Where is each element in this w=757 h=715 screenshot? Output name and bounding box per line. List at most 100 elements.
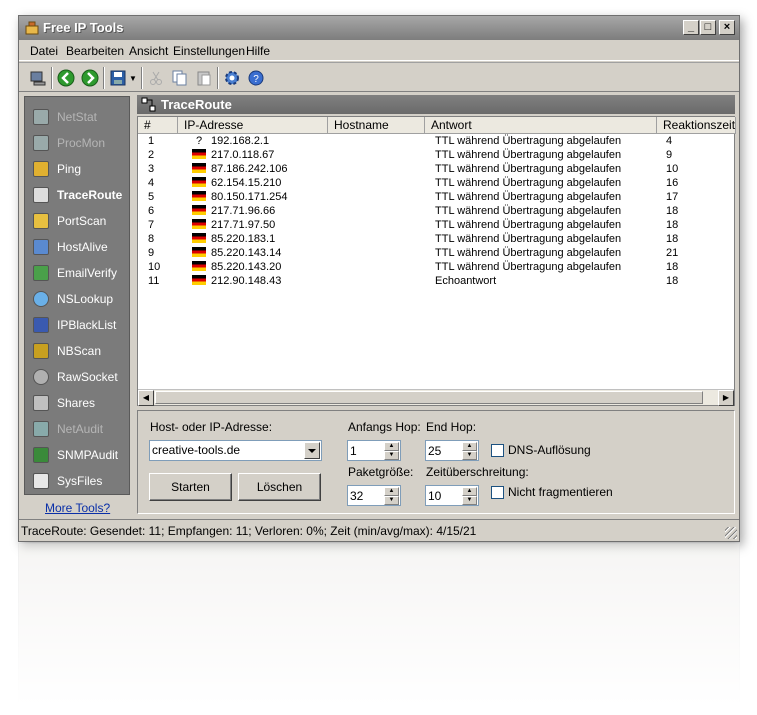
nbscan-icon bbox=[33, 343, 49, 359]
spin-up-icon[interactable]: ▲ bbox=[462, 442, 477, 451]
end-hop-input[interactable] bbox=[428, 444, 458, 458]
toolbar-separator bbox=[51, 67, 53, 89]
start-hop-input[interactable] bbox=[350, 444, 380, 458]
menu-datei[interactable]: Datei bbox=[30, 44, 58, 58]
cut-icon[interactable] bbox=[147, 69, 165, 87]
title-bar[interactable]: Free IP Tools _ □ × bbox=[19, 16, 739, 40]
table-row[interactable]: 2 217.0.118.67 TTL während Übertragung abg… bbox=[138, 149, 734, 163]
packet-size-input[interactable] bbox=[350, 489, 380, 503]
paste-icon[interactable] bbox=[195, 69, 213, 87]
table-row[interactable]: 3 87.186.242.106 TTL während Übertragung a… bbox=[138, 163, 734, 177]
menu-einstellungen[interactable]: Einstellungen bbox=[173, 44, 245, 58]
save-icon[interactable] bbox=[109, 69, 127, 87]
column-header-answer[interactable]: Antwort bbox=[425, 117, 657, 134]
sidebar-item-portscan[interactable]: PortScan bbox=[25, 210, 131, 234]
end-hop-spinner[interactable]: ▲ ▼ bbox=[425, 440, 479, 461]
table-row[interactable]: 4 62.154.15.210 TTL während Übertragung ab… bbox=[138, 177, 734, 191]
sidebar-item-sysfiles[interactable]: SysFiles bbox=[25, 470, 131, 494]
ip-address: 212.90.148.43 bbox=[211, 275, 282, 287]
hop-number: 6 bbox=[148, 205, 155, 217]
host-input[interactable] bbox=[152, 443, 302, 457]
settings-gear-icon[interactable] bbox=[223, 69, 241, 87]
traceroute-icon bbox=[141, 97, 156, 112]
save-dropdown-icon[interactable]: ▼ bbox=[129, 74, 137, 83]
more-tools-link[interactable]: More Tools? bbox=[45, 501, 110, 515]
main-window: Free IP Tools _ □ × Datei Bearbeiten Ans… bbox=[18, 15, 740, 542]
column-header-ip[interactable]: IP-Adresse bbox=[178, 117, 328, 134]
column-header-time[interactable]: Reaktionszeit bbox=[657, 117, 736, 134]
resize-grip-icon[interactable] bbox=[725, 527, 737, 539]
sidebar-item-label: IPBlackList bbox=[57, 318, 117, 332]
sidebar-item-rawsocket[interactable]: RawSocket bbox=[25, 366, 131, 390]
spin-up-icon[interactable]: ▲ bbox=[462, 487, 477, 496]
table-row[interactable]: 11 212.90.148.43 Echoantwort 18 bbox=[138, 275, 734, 289]
menu-hilfe[interactable]: Hilfe bbox=[246, 44, 270, 58]
spin-down-icon[interactable]: ▼ bbox=[384, 451, 399, 460]
traceroute-results-table[interactable]: # IP-Adresse Hostname Antwort Reaktionsz… bbox=[137, 116, 736, 406]
spin-up-icon[interactable]: ▲ bbox=[384, 442, 399, 451]
menu-bearbeiten[interactable]: Bearbeiten bbox=[66, 44, 124, 58]
sidebar-item-snmpaudit[interactable]: SNMPAudit bbox=[25, 444, 131, 468]
table-row[interactable]: 7 217.71.97.50 TTL während Übertragung abg… bbox=[138, 219, 734, 233]
germany-flag-icon bbox=[192, 191, 206, 201]
packet-size-spinner[interactable]: ▲ ▼ bbox=[347, 485, 401, 506]
no-fragment-checkbox[interactable] bbox=[491, 486, 504, 499]
hop-number: 10 bbox=[148, 261, 161, 273]
column-header-number[interactable]: # bbox=[138, 117, 178, 134]
table-row[interactable]: 10 85.220.143.20 TTL während Übertragung a… bbox=[138, 261, 734, 275]
copy-icon[interactable] bbox=[171, 69, 189, 87]
scroll-left-icon[interactable]: ◀ bbox=[138, 390, 154, 406]
host-dropdown-button[interactable] bbox=[304, 442, 320, 459]
tool-sidebar: NetStat ProcMon Ping TraceRoute PortScan… bbox=[24, 96, 130, 495]
table-row[interactable]: 1? 192.168.2.1 TTL während Übertragung abg… bbox=[138, 135, 734, 149]
host-combobox[interactable] bbox=[149, 440, 322, 461]
start-hop-label: Anfangs Hop: bbox=[348, 420, 421, 434]
timeout-spinner[interactable]: ▲ ▼ bbox=[425, 485, 479, 506]
sidebar-item-procmon[interactable]: ProcMon bbox=[25, 132, 131, 156]
table-row[interactable]: 8 85.220.183.1 TTL während Übertragung abg… bbox=[138, 233, 734, 247]
scroll-right-icon[interactable]: ▶ bbox=[718, 390, 734, 406]
panel-header: TraceRoute bbox=[137, 95, 735, 114]
clear-button[interactable]: Löschen bbox=[238, 473, 321, 501]
response-time: 18 bbox=[666, 233, 679, 245]
ip-address: 85.220.143.20 bbox=[211, 261, 282, 273]
table-row[interactable]: 5 80.150.171.254 TTL während Übertragung a… bbox=[138, 191, 734, 205]
minimize-button[interactable]: _ bbox=[683, 20, 699, 35]
ip-address: 85.220.183.1 bbox=[211, 233, 276, 245]
sidebar-item-shares[interactable]: Shares bbox=[25, 392, 131, 416]
sidebar-item-traceroute[interactable]: TraceRoute bbox=[25, 184, 131, 208]
sidebar-item-emailverify[interactable]: EmailVerify bbox=[25, 262, 131, 286]
close-button[interactable]: × bbox=[719, 20, 735, 35]
spin-up-icon[interactable]: ▲ bbox=[384, 487, 399, 496]
spin-down-icon[interactable]: ▼ bbox=[462, 451, 477, 460]
table-row[interactable]: 9 85.220.143.14 TTL während Übertragung ab… bbox=[138, 247, 734, 261]
spin-down-icon[interactable]: ▼ bbox=[462, 496, 477, 505]
back-icon[interactable] bbox=[57, 69, 75, 87]
start-button[interactable]: Starten bbox=[149, 473, 232, 501]
start-hop-spinner[interactable]: ▲ ▼ bbox=[347, 440, 401, 461]
menu-bar: Datei Bearbeiten Ansicht Einstellungen H… bbox=[19, 41, 739, 61]
computer-icon[interactable] bbox=[29, 69, 47, 87]
spin-down-icon[interactable]: ▼ bbox=[384, 496, 399, 505]
horizontal-scrollbar[interactable]: ◀ ▶ bbox=[138, 389, 734, 406]
menu-ansicht[interactable]: Ansicht bbox=[129, 44, 168, 58]
column-header-hostname[interactable]: Hostname bbox=[328, 117, 425, 134]
hop-number: 3 bbox=[148, 163, 155, 175]
sidebar-item-netaudit[interactable]: NetAudit bbox=[25, 418, 131, 442]
sidebar-item-nslookup[interactable]: NSLookup bbox=[25, 288, 131, 312]
sidebar-item-nbscan[interactable]: NBScan bbox=[25, 340, 131, 364]
dns-resolution-checkbox[interactable] bbox=[491, 444, 504, 457]
sidebar-item-ipblacklist[interactable]: IPBlackList bbox=[25, 314, 131, 338]
maximize-button[interactable]: □ bbox=[700, 20, 716, 35]
help-icon[interactable]: ? bbox=[247, 69, 265, 87]
forward-icon[interactable] bbox=[81, 69, 99, 87]
table-row[interactable]: 6 217.71.96.66 TTL während Übertragung abg… bbox=[138, 205, 734, 219]
sidebar-item-hostalive[interactable]: HostAlive bbox=[25, 236, 131, 260]
status-text: TraceRoute: Gesendet: 11; Empfangen: 11;… bbox=[21, 524, 477, 538]
sidebar-item-netstat[interactable]: NetStat bbox=[25, 106, 131, 130]
timeout-input[interactable] bbox=[428, 489, 458, 503]
response: TTL während Übertragung abgelaufen bbox=[435, 261, 622, 273]
response: TTL während Übertragung abgelaufen bbox=[435, 247, 622, 259]
sidebar-item-ping[interactable]: Ping bbox=[25, 158, 131, 182]
scrollbar-thumb[interactable] bbox=[155, 391, 703, 404]
